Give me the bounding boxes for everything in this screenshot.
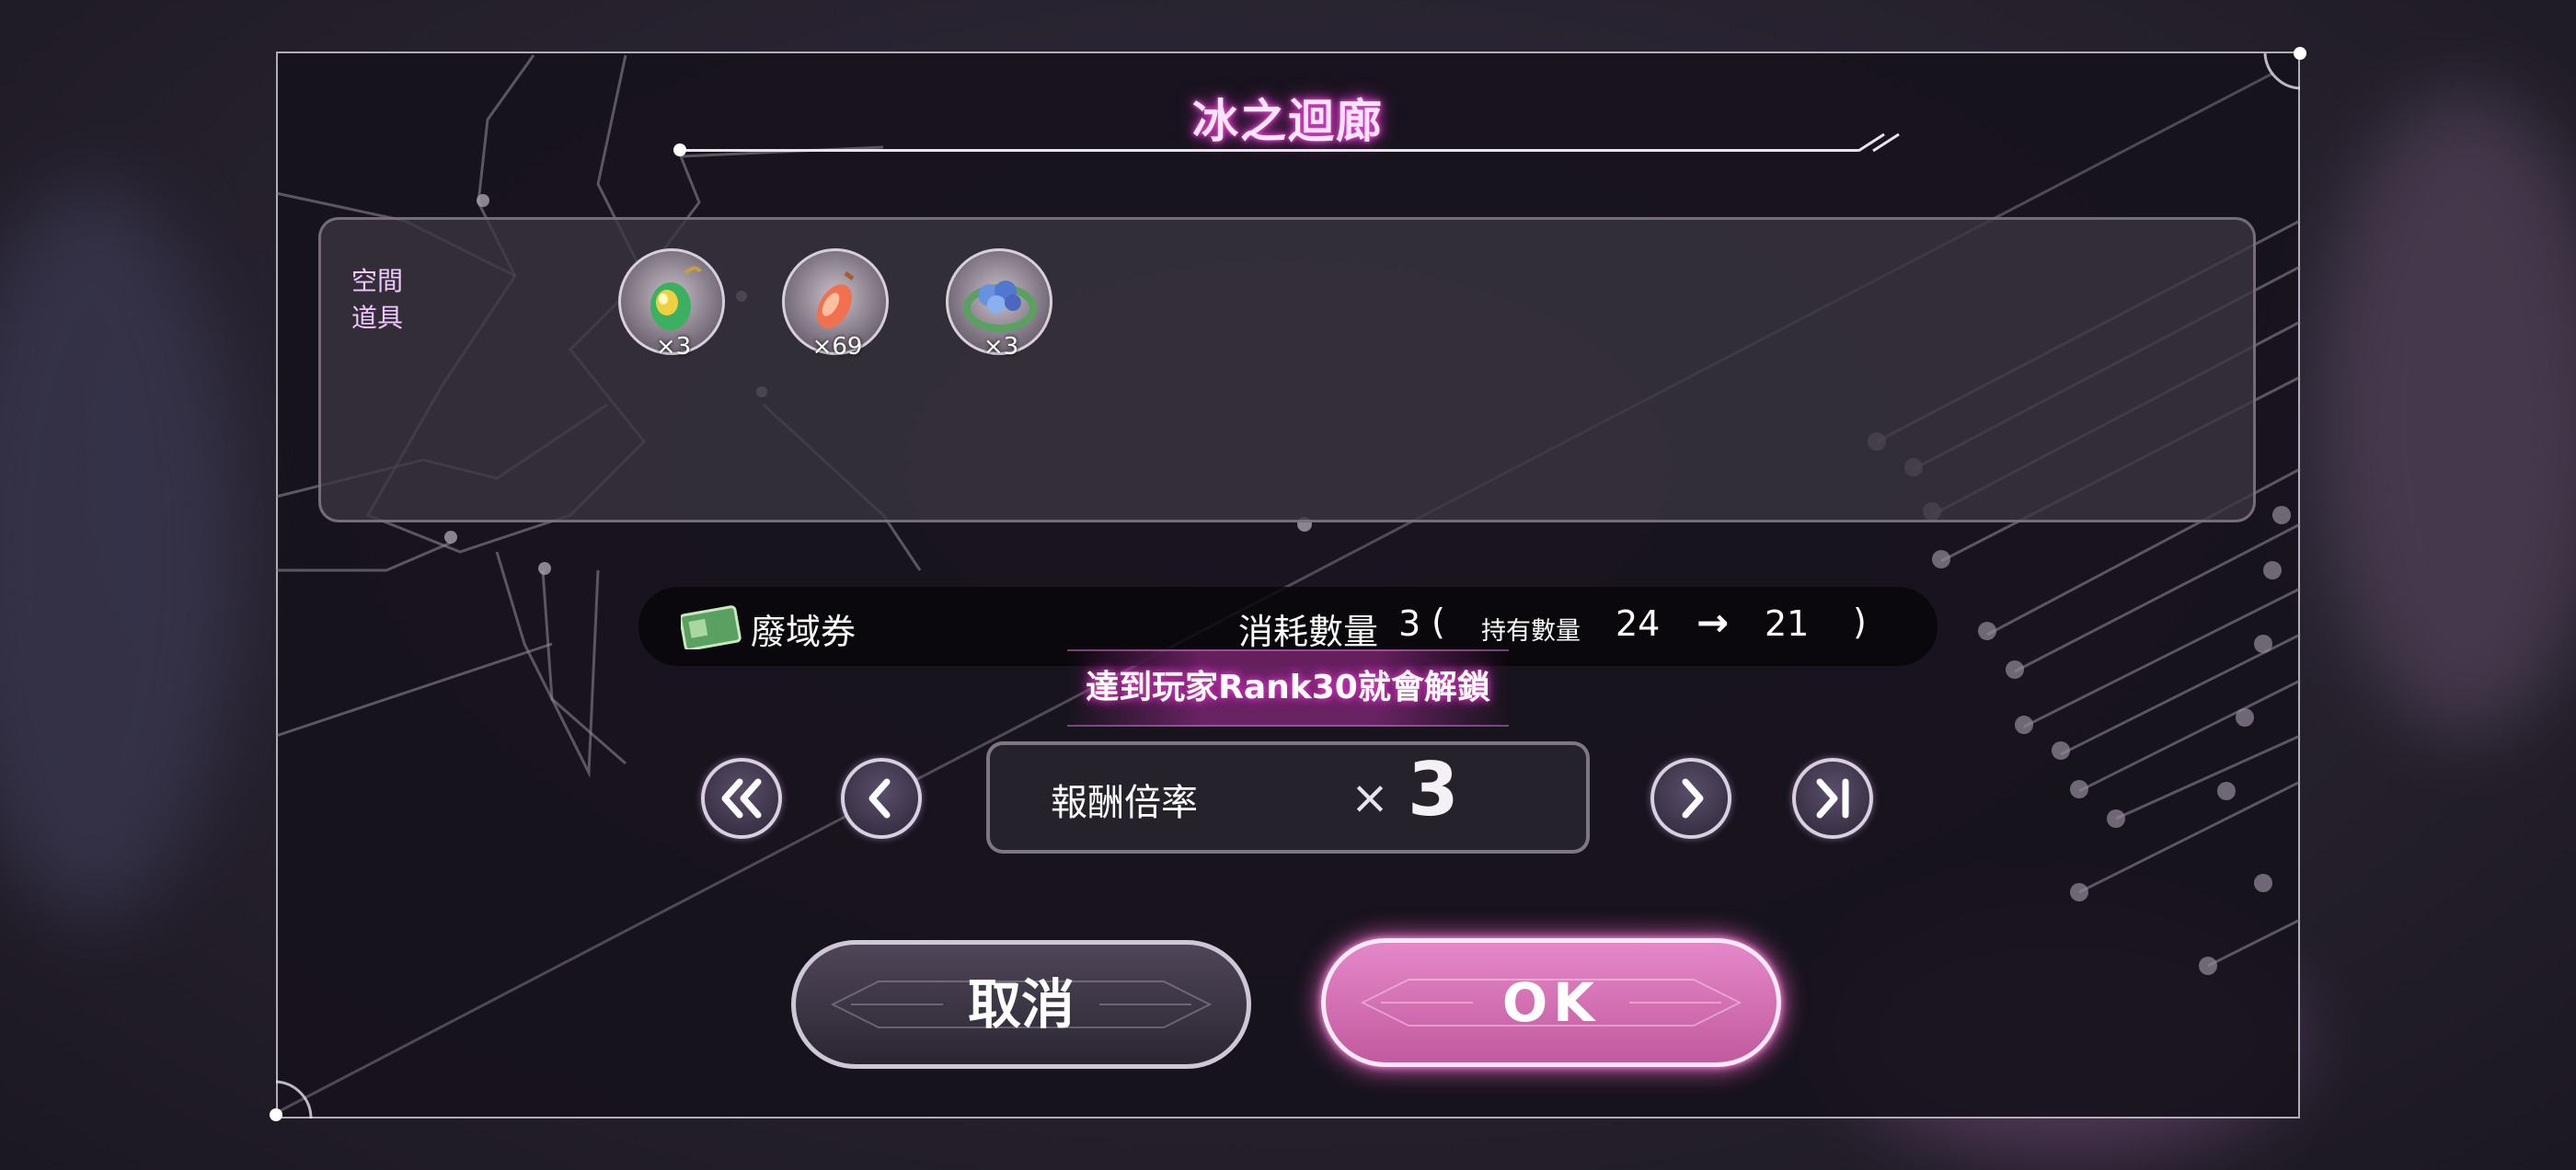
reward-item-1-count: ×3: [655, 333, 692, 361]
multiplier-decrease-button[interactable]: [841, 758, 922, 839]
close-paren: ): [1853, 602, 1867, 642]
unlock-notice: 達到玩家Rank30就會解鎖: [1067, 649, 1509, 727]
reward-panel-label-line1: 空間: [351, 266, 404, 296]
title-underline: [681, 149, 1858, 152]
cancel-button-label: 取消: [967, 973, 1075, 1036]
chevron-right-bar-icon: [1816, 778, 1849, 819]
reward-panel: [318, 217, 2256, 522]
owned-label: 持有數量: [1481, 617, 1581, 646]
multiplier-value: 3: [1408, 747, 1459, 832]
ok-button-label: OK: [1501, 971, 1601, 1034]
consume-label: 消耗數量: [1238, 612, 1379, 652]
multiplier-increase-button[interactable]: [1650, 758, 1731, 839]
multiplier-label: 報酬倍率: [1051, 782, 1198, 824]
double-chevron-left-icon: [721, 778, 762, 819]
reward-item-3-count: ×3: [983, 333, 1019, 361]
owned-arrow: →: [1696, 600, 1730, 645]
cost-item-name: 廢域券: [751, 612, 857, 652]
dialog-title: 冰之迴廊: [1192, 95, 1384, 148]
consume-value: 3: [1398, 603, 1421, 644]
open-paren: (: [1432, 602, 1445, 642]
owned-before: 24: [1616, 603, 1661, 644]
owned-after: 21: [1765, 603, 1810, 644]
ok-button[interactable]: OK: [1321, 938, 1781, 1067]
ticket-icon: [681, 605, 742, 649]
chevron-left-icon: [868, 778, 891, 819]
reward-panel-label: 空間 道具: [351, 263, 403, 337]
multiplier-max-button[interactable]: [1792, 758, 1873, 839]
multiplier-times: ×: [1351, 771, 1389, 824]
title-underline-dot: [673, 143, 686, 156]
reward-item-2-count: ×69: [811, 333, 863, 361]
chevron-right-icon: [1682, 778, 1704, 819]
decorative-constellation: [270, 47, 2306, 1121]
cancel-button[interactable]: 取消: [791, 940, 1251, 1069]
reward-panel-label-line2: 道具: [351, 303, 404, 333]
multiplier-min-button[interactable]: [701, 758, 782, 839]
